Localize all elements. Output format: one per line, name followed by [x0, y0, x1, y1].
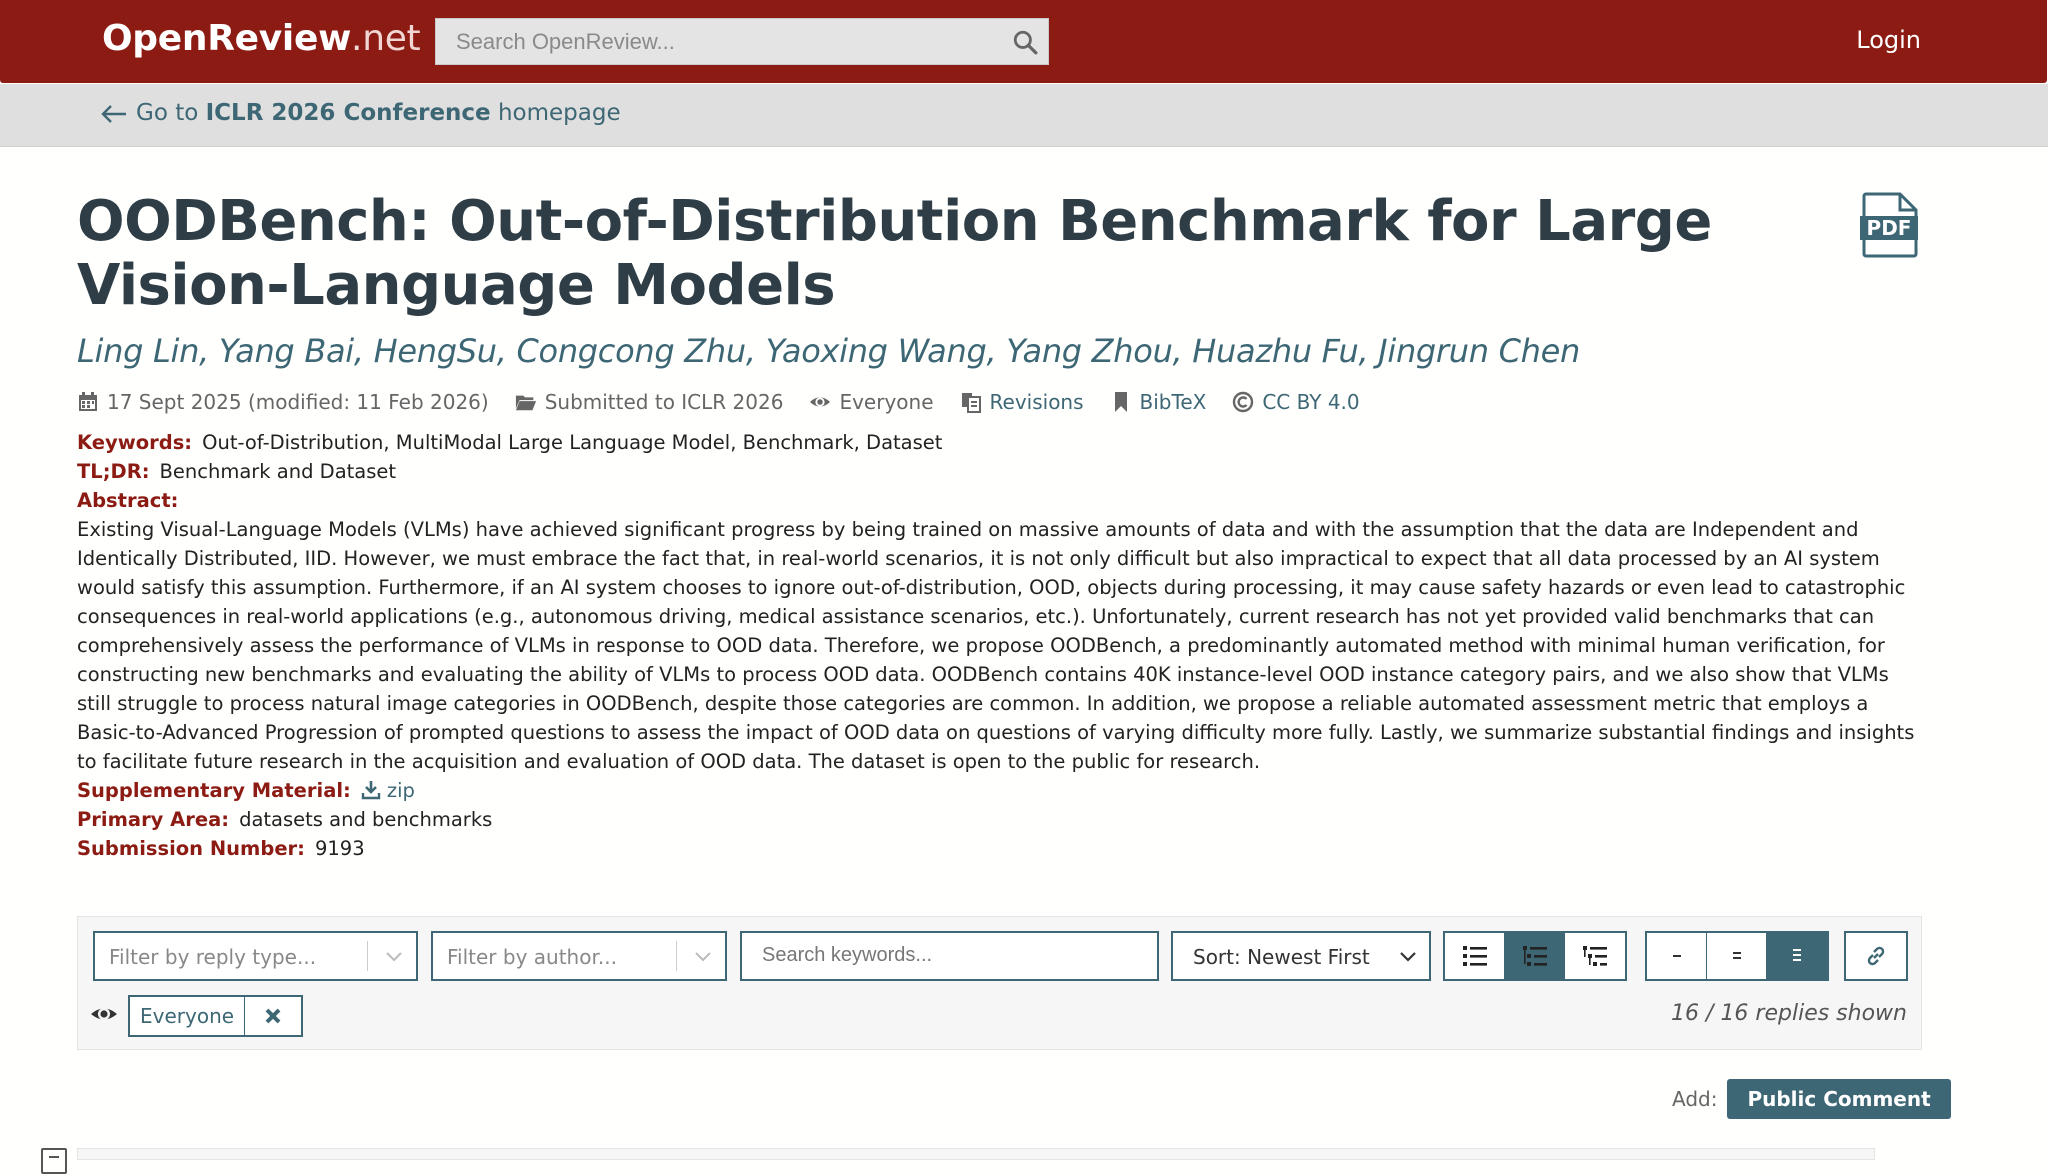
- supplementary-row: Supplementary Material: zip: [77, 776, 1919, 805]
- meta-revisions[interactable]: Revisions: [960, 390, 1084, 414]
- add-reply-row: Add: Public Comment: [1672, 1079, 1951, 1119]
- abstract-label: Abstract:: [77, 489, 179, 512]
- keywords-label: Keywords:: [77, 431, 193, 454]
- nested-list-icon: [1583, 946, 1607, 966]
- reader-filter-chip: Everyone: [128, 995, 304, 1037]
- arrow-left-icon: [101, 104, 126, 123]
- meta-readers: Everyone: [809, 390, 934, 414]
- list-icon: [1462, 946, 1487, 966]
- license-link[interactable]: CC BY 4.0: [1262, 390, 1359, 414]
- paper-fields: Keywords: Out-of-Distribution, MultiModal…: [77, 428, 1919, 863]
- reader-chip-label: Everyone: [130, 997, 246, 1035]
- collapse-level-button-group: [1645, 931, 1829, 981]
- chevron-down-icon: [1400, 952, 1416, 962]
- partial-expand-button[interactable]: [1707, 933, 1767, 979]
- paper-title: OODBench: Out-of-Distribution Benchmark …: [77, 189, 1712, 318]
- bookmark-icon: [1114, 392, 1127, 412]
- meta-date: 17 Sept 2025 (modified: 11 Feb 2026): [77, 390, 489, 414]
- eye-icon: [810, 397, 831, 407]
- abstract-text: Existing Visual-Language Models (VLMs) h…: [77, 518, 1915, 773]
- expand-all-button[interactable]: [1767, 933, 1827, 979]
- chevron-down-icon: [695, 952, 711, 962]
- revisions-link[interactable]: Revisions: [990, 390, 1084, 414]
- equals-icon: [1732, 952, 1741, 959]
- meta-venue: Submitted to ICLR 2026: [515, 390, 783, 414]
- paper-authors[interactable]: Ling Lin, Yang Bai, HengSu, Congcong Zhu…: [77, 332, 1580, 370]
- nested-layout-button[interactable]: [1565, 933, 1625, 979]
- keyword-search-input[interactable]: [742, 933, 1162, 977]
- svg-text:PDF: PDF: [1867, 216, 1912, 240]
- primary-area-value: datasets and benchmarks: [239, 808, 493, 831]
- keyword-search-box: [740, 931, 1162, 981]
- keywords-row: Keywords: Out-of-Distribution, MultiModal…: [77, 428, 1919, 457]
- linear-layout-button[interactable]: [1445, 933, 1505, 979]
- folder-open-icon: [515, 395, 536, 411]
- login-link[interactable]: Login: [1856, 26, 1921, 54]
- forum-filters-panel: Filter by reply type... Filter by author…: [77, 916, 1922, 1050]
- keywords-value: Out-of-Distribution, MultiModal Large La…: [202, 431, 943, 454]
- public-comment-button[interactable]: Public Comment: [1727, 1079, 1951, 1119]
- bibtex-link[interactable]: BibTeX: [1140, 390, 1207, 414]
- search-box: [435, 18, 1049, 65]
- primary-area-row: Primary Area: datasets and benchmarks: [77, 805, 1919, 834]
- author-filter-dropdown[interactable]: Filter by author...: [431, 931, 727, 981]
- meta-license[interactable]: CC BY 4.0: [1232, 390, 1360, 414]
- search-icon[interactable]: [1012, 29, 1038, 55]
- tldr-row: TL;DR: Benchmark and Dataset: [77, 457, 1919, 486]
- reply-type-filter-placeholder: Filter by reply type...: [109, 945, 317, 969]
- minus-icon: [49, 1156, 59, 1158]
- submission-number-label: Submission Number:: [77, 837, 305, 860]
- close-icon: [265, 1008, 281, 1024]
- reply-type-filter-dropdown[interactable]: Filter by reply type...: [93, 931, 418, 981]
- author-filter-placeholder: Filter by author...: [447, 945, 617, 969]
- replies-shown-count: 16 / 16 replies shown: [1671, 1001, 1907, 1026]
- triple-bar-icon: [1793, 949, 1801, 961]
- remove-reader-filter-button[interactable]: [245, 997, 301, 1035]
- tldr-value: Benchmark and Dataset: [159, 460, 397, 483]
- eye-icon: [91, 1008, 117, 1020]
- minus-icon: [1672, 955, 1681, 957]
- link-icon: [1867, 946, 1885, 966]
- search-input[interactable]: [436, 19, 996, 64]
- openreview-logo-link[interactable]: OpenReview.net: [102, 18, 421, 59]
- collapse-all-button[interactable]: [1647, 933, 1707, 979]
- copyright-icon: [1233, 391, 1254, 413]
- zip-label: zip: [386, 779, 415, 802]
- copy-documents-icon: [961, 393, 981, 413]
- sort-select[interactable]: Sort: Newest First: [1171, 931, 1431, 981]
- supplementary-zip-link[interactable]: zip: [361, 779, 415, 802]
- primary-area-label: Primary Area:: [77, 808, 230, 831]
- venue-breadcrumb-bar: Go to ICLR 2026 Conference homepage: [0, 84, 2048, 147]
- venue-homepage-link[interactable]: Go to ICLR 2026 Conference homepage: [100, 100, 621, 126]
- chevron-down-icon: [386, 952, 402, 962]
- tldr-label: TL;DR:: [77, 460, 150, 483]
- pdf-download-icon[interactable]: PDF: [1860, 192, 1920, 258]
- meta-bibtex[interactable]: BibTeX: [1110, 390, 1207, 414]
- top-navbar: OpenReview.net Login: [0, 0, 2047, 83]
- sort-selected-value: Sort: Newest First: [1193, 945, 1370, 969]
- download-icon: [361, 781, 381, 800]
- paper-meta-row: 17 Sept 2025 (modified: 11 Feb 2026) Sub…: [77, 390, 1360, 414]
- dropdown-separator: [676, 941, 677, 971]
- dropdown-separator: [367, 941, 368, 971]
- copy-link-button[interactable]: [1844, 931, 1908, 981]
- calendar-icon: [79, 392, 97, 411]
- submission-number-row: Submission Number: 9193: [77, 834, 1919, 863]
- add-label: Add:: [1672, 1087, 1718, 1111]
- layout-button-group: [1443, 931, 1627, 981]
- submission-number-value: 9193: [314, 837, 365, 860]
- abstract-label-row: Abstract:: [77, 486, 1919, 515]
- threaded-list-icon: [1522, 946, 1547, 966]
- forum-note-box: [77, 1148, 1875, 1160]
- threaded-layout-button[interactable]: [1505, 933, 1565, 979]
- supplementary-label: Supplementary Material:: [77, 779, 351, 802]
